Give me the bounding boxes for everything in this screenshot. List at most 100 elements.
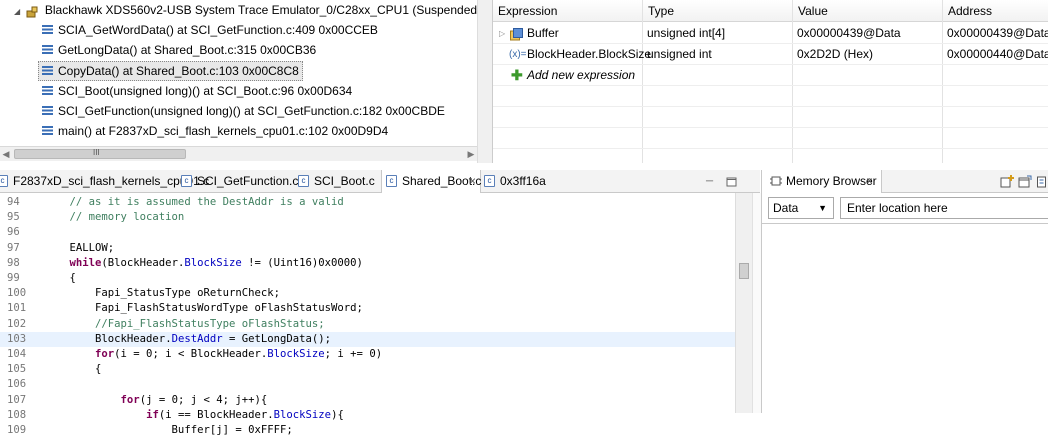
stack-frame[interactable]: SCIA_GetWordData() at SCI_GetFunction.c:… bbox=[42, 20, 378, 40]
empty-row bbox=[493, 107, 1048, 128]
expression-name: BlockHeader.BlockSize bbox=[527, 47, 652, 61]
line-number: 98 bbox=[7, 256, 20, 269]
stack-frame-label: GetLongData() at Shared_Boot.c:315 0x00C… bbox=[58, 43, 317, 57]
line-number: 99 bbox=[7, 272, 20, 284]
debug-target-row[interactable]: ◢ Blackhawk XDS560v2-USB System Trace Em… bbox=[14, 0, 477, 20]
code-text: for(j = 0; j < 4; j++){ bbox=[120, 393, 268, 406]
stack-frame-selected[interactable]: CopyData() at Shared_Boot.c:103 0x00C8C8 bbox=[38, 61, 303, 81]
line-number: 94 bbox=[7, 196, 20, 208]
code-text: //Fapi_FlashStatusType oFlashStatus; bbox=[44, 317, 325, 330]
link-icon[interactable] bbox=[1037, 175, 1048, 191]
code-line[interactable]: 103 BlockHeader.DestAddr = GetLongData()… bbox=[0, 331, 735, 347]
horizontal-scrollbar[interactable]: ◀ III ▶ bbox=[0, 146, 477, 161]
code-text: // as it is assumed the DestAddr is a va… bbox=[44, 196, 344, 208]
debug-target-icon bbox=[26, 4, 38, 18]
editor-vertical-scrollbar[interactable] bbox=[735, 193, 752, 413]
column-header-address[interactable]: Address bbox=[942, 0, 1048, 22]
stack-frame-label: SCI_Boot(unsigned long)() at SCI_Boot.c:… bbox=[58, 84, 353, 98]
line-number: 108 bbox=[7, 408, 27, 421]
code-editor[interactable]: 94 // as it is assumed the DestAddr is a… bbox=[0, 193, 735, 436]
expand-arrow-icon[interactable]: ▷ bbox=[499, 23, 505, 44]
code-line[interactable]: 100 Fapi_StatusType oReturnCheck; bbox=[0, 286, 735, 301]
line-number: 105 bbox=[7, 363, 27, 376]
debug-vertical-scrollbar[interactable] bbox=[477, 0, 492, 163]
line-number: 109 bbox=[7, 424, 27, 436]
memory-browser-tab-bar: Memory Browser × bbox=[762, 170, 1048, 193]
code-line[interactable]: 97 EALLOW; bbox=[0, 241, 735, 256]
stack-frame[interactable]: SCI_Boot(unsigned long)() at SCI_Boot.c:… bbox=[42, 81, 352, 101]
expression-value[interactable]: 0x00000439@Data bbox=[797, 23, 901, 44]
code-line[interactable]: 106 bbox=[0, 377, 735, 392]
stack-frame-label: SCIA_GetWordData() at SCI_GetFunction.c:… bbox=[58, 23, 378, 37]
expression-address: 0x00000439@Data bbox=[947, 26, 1048, 40]
overview-ruler[interactable] bbox=[752, 193, 761, 413]
stack-frame-label: main() at F2837xD_sci_flash_kernels_cpu0… bbox=[58, 124, 389, 138]
scrollbar-thumb[interactable] bbox=[739, 263, 749, 279]
expression-value[interactable]: 0x2D2D (Hex) bbox=[797, 44, 873, 65]
code-line[interactable]: 104 for(i = 0; i < BlockHeader.BlockSize… bbox=[0, 347, 735, 362]
scroll-right-icon[interactable]: ▶ bbox=[465, 148, 477, 160]
code-line[interactable]: 95 // memory location bbox=[0, 210, 735, 225]
memory-page-value: Data bbox=[773, 201, 799, 215]
code-line[interactable]: 98 while(BlockHeader.BlockSize != (Uint1… bbox=[0, 256, 735, 271]
column-header-value[interactable]: Value bbox=[792, 0, 942, 22]
line-number: 106 bbox=[7, 378, 27, 391]
stack-frame[interactable]: GetLongData() at Shared_Boot.c:315 0x00C… bbox=[42, 40, 316, 60]
code-line[interactable]: 107 for(j = 0; j < 4; j++){ bbox=[0, 393, 735, 408]
memory-page-select[interactable]: Data ▼ bbox=[768, 197, 834, 219]
line-number: 102 bbox=[7, 317, 27, 330]
scrollbar-thumb[interactable]: III bbox=[14, 148, 186, 159]
stack-frame-label: CopyData() at Shared_Boot.c:103 0x00C8C8 bbox=[58, 64, 299, 78]
stack-frame[interactable]: main() at F2837xD_sci_flash_kernels_cpu0… bbox=[42, 121, 388, 141]
code-line[interactable]: 102 //Fapi_FlashStatusType oFlashStatus; bbox=[0, 317, 735, 332]
code-text: if(i == BlockHeader.BlockSize){ bbox=[146, 408, 344, 421]
tab-close-icon[interactable]: × bbox=[866, 170, 873, 193]
stack-frame-icon bbox=[42, 25, 53, 35]
add-expression-row[interactable]: ✚ Add new expression bbox=[493, 65, 1048, 86]
stack-frame-icon bbox=[42, 106, 53, 116]
debug-view: ◢ Blackhawk XDS560v2-USB System Trace Em… bbox=[0, 0, 477, 163]
code-line[interactable]: 99 { bbox=[0, 271, 735, 286]
scrollbar-grip: III bbox=[93, 148, 100, 157]
add-expression-label[interactable]: Add new expression bbox=[527, 65, 635, 86]
stack-frame-icon bbox=[42, 66, 53, 76]
stack-frame-icon bbox=[42, 45, 53, 55]
code-text: Fapi_StatusType oReturnCheck; bbox=[44, 287, 280, 300]
column-header-expression[interactable]: Expression bbox=[493, 0, 642, 22]
code-line[interactable]: 101 Fapi_FlashStatusWordType oFlashStatu… bbox=[0, 301, 735, 316]
line-number: 100 bbox=[7, 287, 27, 300]
line-number: 104 bbox=[7, 348, 27, 360]
code-line[interactable]: 105 { bbox=[0, 362, 735, 377]
variable-icon: (x)= bbox=[509, 49, 527, 60]
code-text: BlockHeader.DestAddr = GetLongData(); bbox=[44, 332, 332, 345]
memory-browser-title: Memory Browser bbox=[786, 174, 877, 188]
code-line[interactable]: 94 // as it is assumed the DestAddr is a… bbox=[0, 195, 735, 210]
column-header-type[interactable]: Type bbox=[642, 0, 792, 22]
expand-arrow-icon[interactable]: ◢ bbox=[14, 7, 20, 16]
stack-frame[interactable]: SCI_GetFunction(unsigned long)() at SCI_… bbox=[42, 101, 445, 121]
new-tab-icon[interactable] bbox=[1000, 175, 1014, 191]
code-text: // memory location bbox=[44, 211, 185, 224]
memory-chip-icon bbox=[770, 175, 782, 187]
code-line[interactable]: 108 if(i == BlockHeader.BlockSize){ bbox=[0, 408, 735, 423]
new-window-icon[interactable] bbox=[1018, 175, 1032, 191]
expression-row[interactable]: ▷ Buffer unsigned int[4] 0x00000439@Data… bbox=[493, 23, 1048, 44]
line-number: 101 bbox=[7, 302, 27, 315]
scroll-left-icon[interactable]: ◀ bbox=[0, 148, 12, 160]
tab-memory-browser[interactable]: Memory Browser × bbox=[762, 170, 882, 193]
line-number: 95 bbox=[7, 211, 20, 224]
expression-type: unsigned int bbox=[647, 47, 712, 61]
memory-location-input[interactable]: Enter location here bbox=[840, 197, 1048, 219]
code-line[interactable]: 96 bbox=[0, 225, 735, 240]
code-text: Fapi_FlashStatusWordType oFlashStatusWor… bbox=[44, 302, 363, 315]
stack-frame-icon bbox=[42, 86, 53, 96]
line-number: 96 bbox=[7, 226, 20, 239]
expression-address: 0x00000440@Data bbox=[947, 47, 1048, 61]
code-line[interactable]: 109 Buffer[j] = 0xFFFF; bbox=[0, 423, 735, 438]
debug-target-label: Blackhawk XDS560v2-USB System Trace Emul… bbox=[44, 3, 477, 17]
stack-frame-icon bbox=[42, 126, 53, 136]
line-number: 103 bbox=[7, 332, 27, 345]
line-number: 97 bbox=[7, 241, 20, 254]
expression-row[interactable]: (x)= BlockHeader.BlockSize unsigned int … bbox=[493, 44, 1048, 65]
array-variable-icon bbox=[510, 27, 523, 41]
